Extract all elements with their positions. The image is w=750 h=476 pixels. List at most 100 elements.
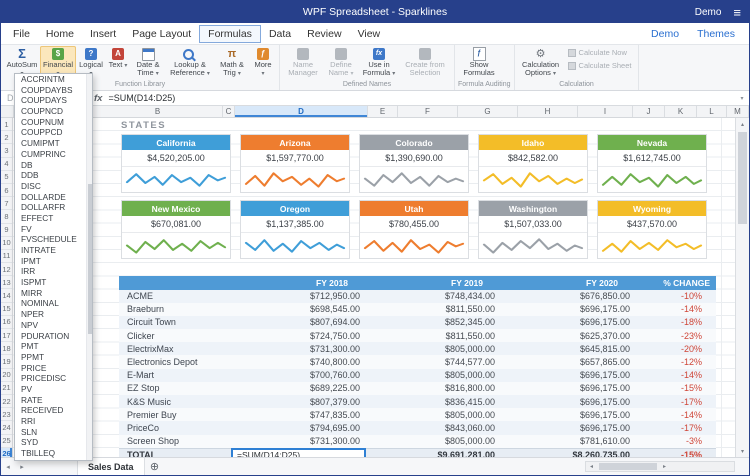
fy2019-cell[interactable]: $816,800.00 [366,383,501,393]
company-cell[interactable]: Braeburn [119,304,231,314]
company-cell[interactable]: ElectrixMax [119,344,231,354]
fy2020-cell[interactable]: $657,865.00 [501,357,636,367]
company-cell[interactable]: Premier Buy [119,410,231,420]
function-list-item[interactable]: CUMPRINC [15,149,92,160]
fy2019-cell[interactable]: $805,000.00 [366,344,501,354]
text-button[interactable]: A Text ▾ [106,46,130,70]
row-header[interactable]: 23 [1,408,12,421]
state-total-value[interactable]: $842,582.00 [479,150,587,167]
row-header[interactable]: 12 [1,263,12,276]
column-header[interactable]: C [223,106,235,117]
function-list-item[interactable]: COUPNCD [15,106,92,117]
table-row[interactable]: ElectrixMax $731,300.00 $805,000.00 $645… [119,342,716,355]
fy2019-cell[interactable]: $748,434.00 [366,291,501,301]
function-list-item[interactable]: IRR [15,266,92,277]
calculate-sheet-button[interactable]: Calculate Sheet [568,61,632,70]
row-header[interactable]: 25 [1,435,12,448]
state-total-value[interactable]: $4,520,205.00 [122,150,230,167]
fy2020-cell[interactable]: $645,815.00 [501,344,636,354]
company-cell[interactable]: K&S Music [119,397,231,407]
function-list-item[interactable]: COUPDAYBS [15,85,92,96]
column-header[interactable]: J [633,106,665,117]
fy2019-cell[interactable]: $805,000.00 [366,436,501,446]
fy2019-cell[interactable]: $805,000.00 [366,410,501,420]
scroll-down-icon[interactable]: ▾ [736,445,749,457]
tab-home[interactable]: Home [38,26,82,42]
total-label[interactable]: TOTAL [119,450,231,457]
table-row[interactable]: Electronics Depot $740,800.00 $744,577.0… [119,355,716,368]
fy2018-cell[interactable]: $794,695.00 [231,423,366,433]
calculate-now-button[interactable]: Calculate Now [568,48,632,57]
function-list-item[interactable]: DISC [15,181,92,192]
state-card[interactable]: Nevada $1,612,745.00 [597,134,707,193]
fy2020-cell[interactable]: $696,175.00 [501,423,636,433]
row-header[interactable]: 7 [1,197,12,210]
state-card[interactable]: California $4,520,205.00 [121,134,231,193]
use-in-formula-button[interactable]: fx Use in Formula ▾ [359,46,399,78]
fy2018-cell[interactable]: $698,545.00 [231,304,366,314]
scroll-left-icon[interactable]: ◂ [586,463,597,470]
function-list-item[interactable]: RECEIVED [15,405,92,416]
column-header[interactable]: D [235,106,368,117]
function-list-item[interactable]: DOLLARDE [15,192,92,203]
table-row[interactable]: E-Mart $700,760.00 $805,000.00 $696,175.… [119,369,716,382]
fy2018-cell[interactable]: $689,225.00 [231,383,366,393]
change-cell[interactable]: -17% [636,423,716,433]
row-header[interactable]: 9 [1,224,12,237]
calculation-options-button[interactable]: ⚙ Calculation Options ▾ [518,46,564,78]
function-list-item[interactable]: INTRATE [15,245,92,256]
function-list-item[interactable]: PV [15,384,92,395]
demo-link[interactable]: Demo [651,28,679,40]
state-card[interactable]: Arizona $1,597,770.00 [240,134,350,193]
state-card[interactable]: Washington $1,507,033.00 [478,200,588,259]
state-total-value[interactable]: $1,612,745.00 [598,150,706,167]
fy2020-cell[interactable]: $696,175.00 [501,397,636,407]
tab-data[interactable]: Data [261,26,299,42]
column-header[interactable]: E [368,106,398,117]
function-list-item[interactable]: PRICE [15,363,92,374]
dropdown-scrollbar-thumb[interactable] [88,184,92,334]
vertical-scrollbar-thumb[interactable] [738,132,747,224]
function-list-item[interactable]: COUPDAYS [15,95,92,106]
function-list-item[interactable]: PPMT [15,352,92,363]
function-list-item[interactable]: COUPPCD [15,127,92,138]
table-row[interactable]: EZ Stop $689,225.00 $816,800.00 $696,175… [119,382,716,395]
state-card[interactable]: New Mexico $670,081.00 [121,200,231,259]
function-list-item[interactable]: DB [15,160,92,171]
row-header[interactable]: 19 [1,355,12,368]
hamburger-menu-icon[interactable]: ≡ [733,6,741,19]
vertical-scrollbar[interactable]: ▴ ▾ [735,118,749,457]
state-total-value[interactable]: $1,390,690.00 [360,150,468,167]
change-cell[interactable]: -15% [636,383,716,393]
function-list-item[interactable]: SLN [15,427,92,438]
state-card[interactable]: Utah $780,455.00 [359,200,469,259]
row-header[interactable]: 8 [1,210,12,223]
column-header[interactable]: L [697,106,727,117]
state-card[interactable]: Wyoming $437,570.00 [597,200,707,259]
themes-link[interactable]: Themes [697,28,735,40]
function-list-item[interactable]: TBILLEQ [15,448,92,459]
function-list-item[interactable]: RATE [15,395,92,406]
change-cell[interactable]: -12% [636,357,716,367]
tab-insert[interactable]: Insert [82,26,124,42]
row-header[interactable]: 10 [1,237,12,250]
column-header[interactable]: K [665,106,697,117]
scroll-up-icon[interactable]: ▴ [736,118,749,130]
fy2018-cell[interactable]: $807,694.00 [231,317,366,327]
function-list-item[interactable]: NPER [15,309,92,320]
change-cell[interactable]: -18% [636,317,716,327]
fy2018-cell[interactable]: $747,835.00 [231,410,366,420]
lookup-reference-button[interactable]: Lookup & Reference ▾ [166,46,214,78]
fy2020-cell[interactable]: $696,175.00 [501,304,636,314]
row-header[interactable]: 22 [1,395,12,408]
date-time-button[interactable]: Date & Time ▾ [130,46,166,78]
fy2020-cell[interactable]: $696,175.00 [501,383,636,393]
total-fy2020-cell[interactable]: $8,260,735.00 [501,450,636,457]
fy2018-cell[interactable]: $731,300.00 [231,344,366,354]
function-list-item[interactable]: FVSCHEDULE [15,234,92,245]
formula-input[interactable]: =SUM(D14:D25) [108,93,735,103]
row-header[interactable]: 4 [1,158,12,171]
function-list-item[interactable]: NOMINAL [15,298,92,309]
row-header[interactable]: 1 [1,118,12,131]
row-header[interactable]: 17 [1,329,12,342]
